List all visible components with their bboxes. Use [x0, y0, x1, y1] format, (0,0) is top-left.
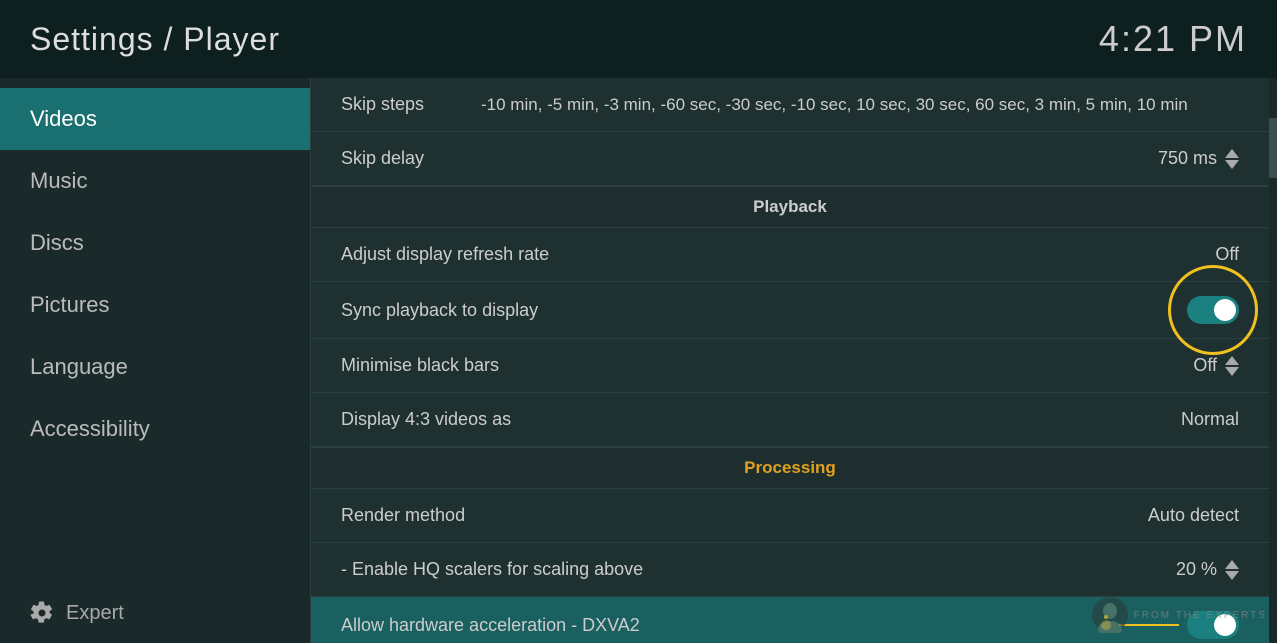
settings-content: Skip steps -10 min, -5 min, -3 min, -60 … [310, 78, 1269, 643]
skip-steps-value: -10 min, -5 min, -3 min, -60 sec, -30 se… [481, 95, 1239, 115]
scrollbar[interactable] [1269, 78, 1277, 643]
watermark-text: FROM THE EXPERTS [1134, 610, 1267, 621]
skip-delay-arrows[interactable] [1225, 149, 1239, 169]
minimise-arrows[interactable] [1225, 356, 1239, 376]
sidebar-spacer [0, 460, 310, 583]
skip-steps-label: Skip steps [341, 94, 461, 115]
skip-delay-value: 750 ms [1158, 148, 1239, 169]
sidebar-item-music[interactable]: Music [0, 150, 310, 212]
skip-delay-label: Skip delay [341, 148, 424, 169]
sidebar-item-accessibility[interactable]: Accessibility [0, 398, 310, 460]
main-layout: Videos Music Discs Pictures Language Acc… [0, 78, 1277, 643]
sync-playback-toggle-knob [1214, 299, 1236, 321]
skip-steps-row[interactable]: Skip steps -10 min, -5 min, -3 min, -60 … [311, 78, 1269, 132]
minimise-up-arrow[interactable] [1225, 356, 1239, 365]
minimise-down-arrow[interactable] [1225, 367, 1239, 376]
expert-button[interactable]: Expert [0, 583, 310, 643]
hq-scalers-label: - Enable HQ scalers for scaling above [341, 559, 643, 580]
skip-delay-up-arrow[interactable] [1225, 149, 1239, 158]
scrollbar-thumb[interactable] [1269, 118, 1277, 178]
header: Settings / Player 4:21 PM [0, 0, 1277, 78]
hq-scalers-arrows[interactable] [1225, 560, 1239, 580]
minimise-black-bars-value: Off [1193, 355, 1239, 376]
processing-section-header: Processing [311, 447, 1269, 489]
sidebar-item-language[interactable]: Language [0, 336, 310, 398]
sidebar-item-videos[interactable]: Videos [0, 88, 310, 150]
hq-scalers-row[interactable]: - Enable HQ scalers for scaling above 20… [311, 543, 1269, 597]
expert-label: Expert [66, 602, 124, 625]
minimise-black-bars-label: Minimise black bars [341, 355, 499, 376]
render-method-label: Render method [341, 505, 465, 526]
sync-playback-toggle[interactable] [1187, 296, 1239, 324]
adjust-display-label: Adjust display refresh rate [341, 244, 549, 265]
skip-delay-down-arrow[interactable] [1225, 160, 1239, 169]
display-43-value: Normal [1181, 409, 1239, 430]
sync-playback-toggle-wrapper [1187, 296, 1239, 324]
hq-scalers-down-arrow[interactable] [1225, 571, 1239, 580]
hq-scalers-up-arrow[interactable] [1225, 560, 1239, 569]
render-method-row[interactable]: Render method Auto detect [311, 489, 1269, 543]
minimise-black-bars-row[interactable]: Minimise black bars Off [311, 339, 1269, 393]
gear-icon [30, 601, 54, 625]
adjust-display-value: Off [1215, 244, 1239, 265]
sidebar-item-discs[interactable]: Discs [0, 212, 310, 274]
clock: 4:21 PM [1099, 18, 1247, 60]
render-method-value: Auto detect [1148, 505, 1239, 526]
hq-scalers-value: 20 % [1176, 559, 1239, 580]
allow-hardware-label: Allow hardware acceleration - DXVA2 [341, 615, 640, 636]
display-43-row[interactable]: Display 4:3 videos as Normal [311, 393, 1269, 447]
adjust-display-row[interactable]: Adjust display refresh rate Off [311, 228, 1269, 282]
sidebar-item-pictures[interactable]: Pictures [0, 274, 310, 336]
display-43-label: Display 4:3 videos as [341, 409, 511, 430]
page-title: Settings / Player [30, 21, 280, 58]
avatar-icon [1092, 597, 1128, 633]
sync-playback-row[interactable]: Sync playback to display [311, 282, 1269, 339]
playback-section-header: Playback [311, 186, 1269, 228]
watermark: FROM THE EXPERTS [1092, 597, 1267, 633]
sync-playback-label: Sync playback to display [341, 300, 538, 321]
sidebar: Videos Music Discs Pictures Language Acc… [0, 78, 310, 643]
skip-delay-row[interactable]: Skip delay 750 ms [311, 132, 1269, 186]
